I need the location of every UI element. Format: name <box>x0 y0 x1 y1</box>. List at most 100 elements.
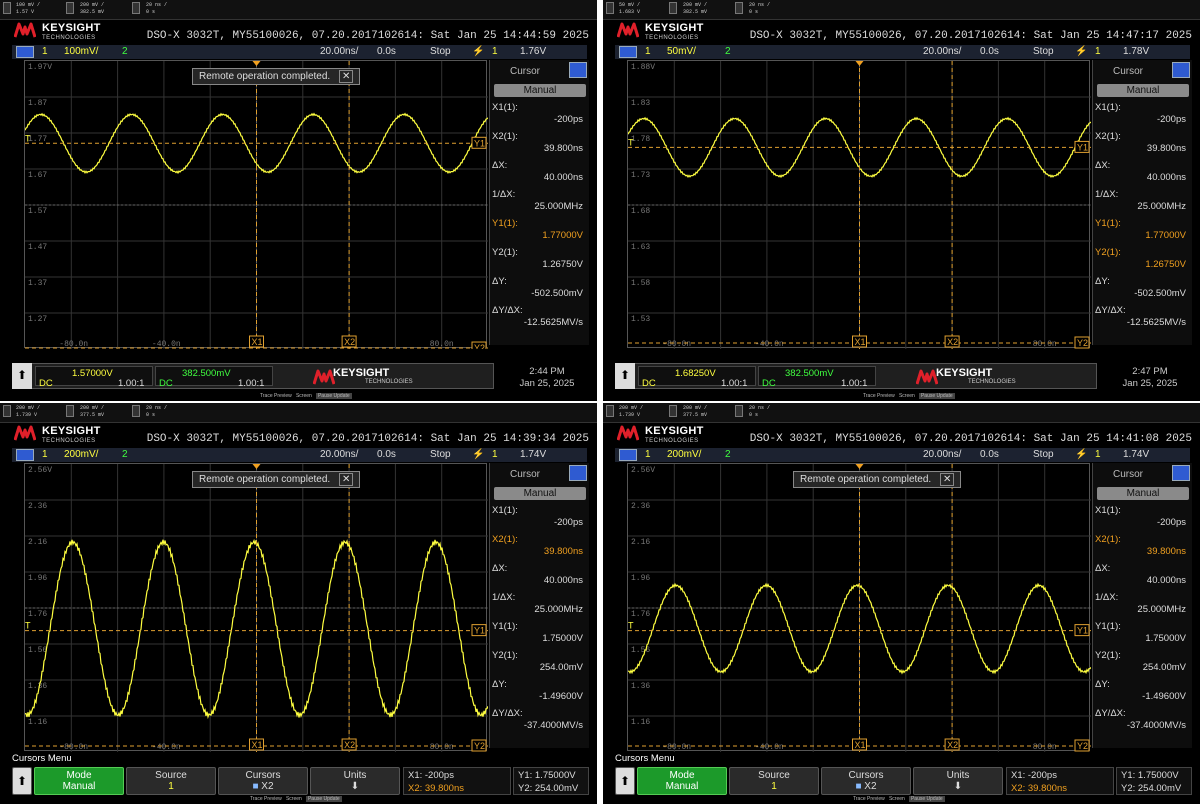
mode-button[interactable]: Mode Manual <box>637 767 727 795</box>
channel-2-icon[interactable] <box>669 405 677 417</box>
units-button[interactable]: Units ⬇ <box>310 767 400 795</box>
settings-icon[interactable] <box>1172 465 1190 481</box>
timebase-readout[interactable]: 20 ns /0 s <box>749 405 770 421</box>
ch1-offset-box[interactable]: 1.57000V DC 1.00:1 <box>35 366 153 389</box>
delay[interactable]: 0.0s <box>377 449 396 460</box>
delay[interactable]: 0.0s <box>980 449 999 460</box>
trigger-channel[interactable]: 1 <box>492 46 498 57</box>
channel-2-icon[interactable] <box>66 2 74 14</box>
delay[interactable]: 0.0s <box>377 46 396 57</box>
trace-preview[interactable]: Trace Preview <box>863 393 895 399</box>
screen[interactable]: Screen <box>899 393 915 399</box>
waveform-display[interactable]: 2.56V 2.36 2.16 1.96 1.76 1.56 1.36 1.16 -80.0n -… <box>627 463 1091 752</box>
ch2-scale-readout[interactable]: 200 mV /377.5 mV <box>683 405 707 421</box>
ch1-label[interactable]: 1 <box>645 46 651 57</box>
pause-update[interactable]: Pause Update <box>315 393 352 399</box>
ch1-label[interactable]: 1 <box>42 449 48 460</box>
units-button[interactable]: Units ⬇ <box>913 767 1003 795</box>
ch1-scale-readout[interactable]: 100 mV /1.57 V <box>16 2 40 18</box>
ch1-label[interactable]: 1 <box>42 46 48 57</box>
timebase-icon[interactable] <box>132 405 140 417</box>
settings-icon[interactable] <box>569 62 587 78</box>
run-state[interactable]: Stop <box>430 449 451 460</box>
ch1-scale-readout[interactable]: 200 mV /1.739 V <box>619 405 643 421</box>
trigger-channel[interactable]: 1 <box>1095 449 1101 460</box>
timebase-icon[interactable] <box>132 2 140 14</box>
timebase[interactable]: 20.00ns/ <box>923 46 961 57</box>
trigger-channel[interactable]: 1 <box>492 449 498 460</box>
menu-icon[interactable] <box>16 46 34 58</box>
up-arrow-icon[interactable]: ⬆ <box>12 767 32 795</box>
close-icon[interactable]: ✕ <box>939 473 955 486</box>
trigger-level[interactable]: 1.74V <box>520 449 546 460</box>
ch2-offset-box[interactable]: 382.500mV DC 1.00:1 <box>758 366 876 389</box>
ch1-scale[interactable]: 50mV/ <box>667 46 696 57</box>
waveform-display[interactable]: 2.56V 2.36 2.16 1.96 1.76 1.56 1.36 1.16 -80.0n -… <box>24 463 488 752</box>
trace-preview[interactable]: Trace Preview <box>853 796 885 802</box>
timebase[interactable]: 20.00ns/ <box>923 449 961 460</box>
timebase-icon[interactable] <box>735 405 743 417</box>
pause-update[interactable]: Pause Update <box>908 796 945 802</box>
ch1-scale[interactable]: 200mV/ <box>64 449 98 460</box>
ch2-label[interactable]: 2 <box>122 46 128 57</box>
channel-2-icon[interactable] <box>66 405 74 417</box>
cursors-button[interactable]: Cursors ■ X2 <box>821 767 911 795</box>
source-button[interactable]: Source 1 <box>126 767 216 795</box>
menu-icon[interactable] <box>619 46 637 58</box>
run-state[interactable]: Stop <box>430 46 451 57</box>
close-icon[interactable]: ✕ <box>338 473 354 486</box>
cursor-mode-button[interactable]: Manual <box>494 84 586 97</box>
waveform-display[interactable]: 1.88V 1.83 1.78 1.73 1.68 1.63 1.58 1.53 -80.0n -… <box>627 60 1091 349</box>
cursor-mode-button[interactable]: Manual <box>494 487 586 500</box>
trace-preview[interactable]: Trace Preview <box>260 393 292 399</box>
ch1-scale-readout[interactable]: 200 mV /1.739 V <box>16 405 40 421</box>
menu-icon[interactable] <box>619 449 637 461</box>
ch2-scale-readout[interactable]: 200 mV /382.5 mV <box>80 2 104 18</box>
trace-preview[interactable]: Trace Preview <box>250 796 282 802</box>
ch2-label[interactable]: 2 <box>725 449 731 460</box>
timebase-readout[interactable]: 20 ns /0 s <box>146 405 167 421</box>
timebase[interactable]: 20.00ns/ <box>320 449 358 460</box>
ch2-label[interactable]: 2 <box>725 46 731 57</box>
delay[interactable]: 0.0s <box>980 46 999 57</box>
cursor-mode-button[interactable]: Manual <box>1097 487 1189 500</box>
trigger-level[interactable]: 1.74V <box>1123 449 1149 460</box>
waveform-display[interactable]: 1.97V 1.87 1.77 1.67 1.57 1.47 1.37 1.27 -80.0n -… <box>24 60 488 349</box>
cursor-mode-button[interactable]: Manual <box>1097 84 1189 97</box>
ch2-scale-readout[interactable]: 200 mV /377.5 mV <box>80 405 104 421</box>
ch1-scale-readout[interactable]: 50 mV /1.683 V <box>619 2 640 18</box>
ch1-scale[interactable]: 100mV/ <box>64 46 98 57</box>
timebase-readout[interactable]: 20 ns /0 s <box>146 2 167 18</box>
up-arrow-icon[interactable]: ⬆ <box>12 363 32 389</box>
ch2-offset-box[interactable]: 382.500mV DC 1.00:1 <box>155 366 273 389</box>
channel-1-icon[interactable] <box>606 405 614 417</box>
trigger-level[interactable]: 1.78V <box>1123 46 1149 57</box>
source-button[interactable]: Source 1 <box>729 767 819 795</box>
ch1-scale[interactable]: 200mV/ <box>667 449 701 460</box>
ch2-scale-readout[interactable]: 200 mV /382.5 mV <box>683 2 707 18</box>
settings-icon[interactable] <box>1172 62 1190 78</box>
menu-icon[interactable] <box>16 449 34 461</box>
run-state[interactable]: Stop <box>1033 46 1054 57</box>
ch1-offset-box[interactable]: 1.68250V DC 1.00:1 <box>638 366 756 389</box>
ch2-label[interactable]: 2 <box>122 449 128 460</box>
trigger-level[interactable]: 1.76V <box>520 46 546 57</box>
pause-update[interactable]: Pause Update <box>305 796 342 802</box>
timebase[interactable]: 20.00ns/ <box>320 46 358 57</box>
channel-2-icon[interactable] <box>669 2 677 14</box>
up-arrow-icon[interactable]: ⬆ <box>615 767 635 795</box>
settings-icon[interactable] <box>569 465 587 481</box>
ch1-label[interactable]: 1 <box>645 449 651 460</box>
timebase-icon[interactable] <box>735 2 743 14</box>
pause-update[interactable]: Pause Update <box>918 393 955 399</box>
channel-1-icon[interactable] <box>3 405 11 417</box>
screen[interactable]: Screen <box>889 796 905 802</box>
trigger-channel[interactable]: 1 <box>1095 46 1101 57</box>
up-arrow-icon[interactable]: ⬆ <box>615 363 635 389</box>
mode-button[interactable]: Mode Manual <box>34 767 124 795</box>
screen[interactable]: Screen <box>296 393 312 399</box>
cursors-button[interactable]: Cursors ■ X2 <box>218 767 308 795</box>
screen[interactable]: Screen <box>286 796 302 802</box>
timebase-readout[interactable]: 20 ns /0 s <box>749 2 770 18</box>
close-icon[interactable]: ✕ <box>338 70 354 83</box>
